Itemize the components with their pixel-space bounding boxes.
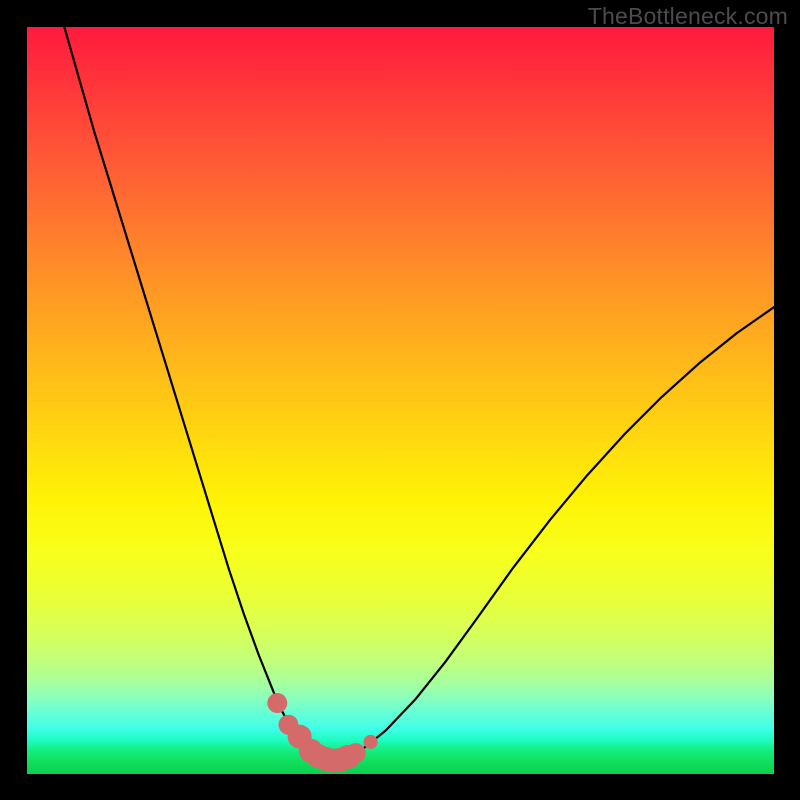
chart-frame: TheBottleneck.com [0, 0, 800, 800]
watermark-text: TheBottleneck.com [588, 3, 788, 30]
curve-layer [27, 27, 774, 774]
bottleneck-marker [346, 743, 366, 763]
bottleneck-marker [267, 693, 287, 713]
bottleneck-marker [364, 735, 378, 749]
bottleneck-curve [64, 27, 774, 761]
bottleneck-min-markers [267, 693, 377, 773]
plot-area [27, 27, 774, 774]
